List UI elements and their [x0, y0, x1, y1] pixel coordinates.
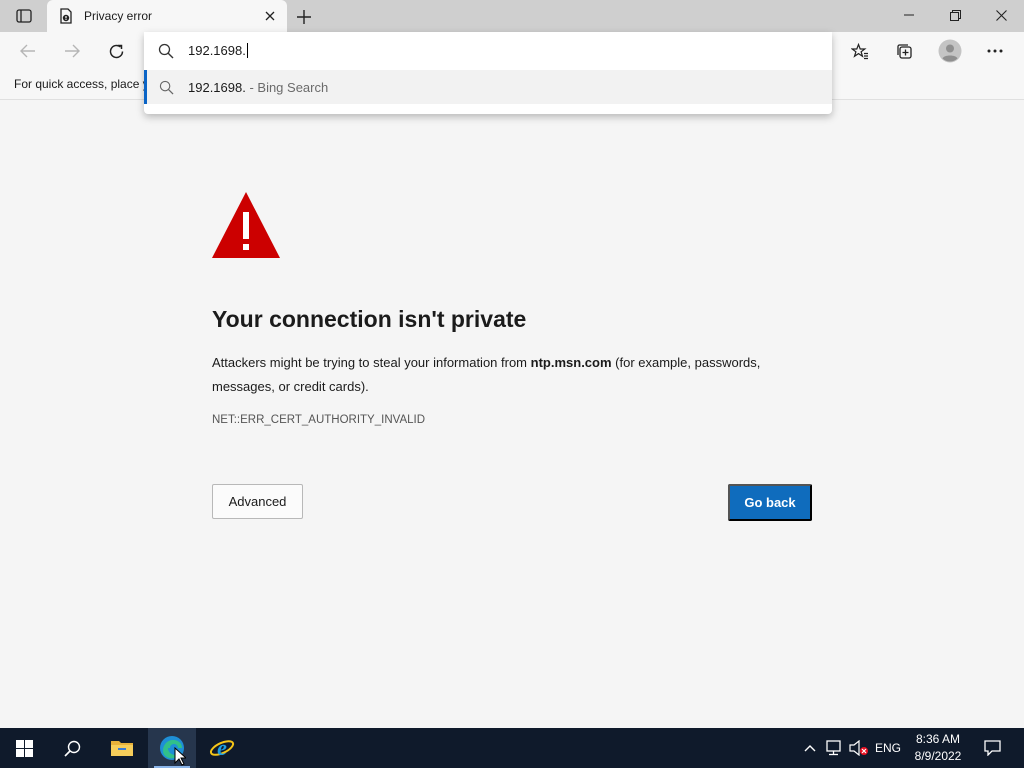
address-bar-dropdown: 192.1698. 192.1698. - Bing Search: [144, 32, 832, 114]
desc-domain: ntp.msn.com: [530, 355, 612, 370]
search-icon: [158, 43, 174, 59]
page-title: Your connection isn't private: [212, 306, 527, 332]
error-description: Attackers might be trying to steal your …: [212, 351, 822, 399]
folder-icon: [111, 741, 133, 756]
favorites-bar-hint: For quick access, place y: [14, 77, 149, 91]
close-icon: [265, 11, 275, 21]
clock-time: 8:36 AM: [915, 732, 961, 746]
desc-text-1: Attackers might be trying to steal your …: [212, 355, 531, 370]
tab-title: Privacy error: [84, 9, 153, 23]
tab-actions-icon: [16, 9, 32, 23]
start-button[interactable]: [0, 728, 48, 768]
close-window-button[interactable]: [978, 0, 1024, 30]
forward-arrow-icon: [65, 44, 80, 58]
more-dots-icon: [987, 49, 1003, 53]
network-icon: [826, 740, 841, 756]
tray-overflow-button[interactable]: [801, 728, 819, 768]
input-language-button[interactable]: ENG: [872, 728, 904, 768]
suggestion-suffix: - Bing Search: [245, 80, 329, 95]
back-button[interactable]: [13, 37, 43, 65]
collections-icon: [897, 44, 912, 59]
forward-button[interactable]: [57, 37, 87, 65]
restore-icon: [949, 9, 961, 21]
clock-date: 8/9/2022: [914, 749, 962, 763]
settings-more-button[interactable]: [980, 37, 1010, 65]
notification-icon: [983, 740, 1001, 756]
minimize-icon: [904, 14, 914, 16]
address-input[interactable]: 192.1698.: [188, 43, 248, 58]
address-input-value: 192.1698.: [188, 43, 246, 58]
suggestion-item[interactable]: 192.1698. - Bing Search: [144, 70, 832, 104]
internet-explorer-icon: e: [209, 735, 235, 760]
back-arrow-icon: [20, 44, 35, 58]
advanced-button[interactable]: Advanced: [212, 484, 303, 519]
suggestion-text: 192.1698. - Bing Search: [188, 80, 328, 95]
warning-triangle-icon: [212, 192, 280, 258]
error-code: NET::ERR_CERT_AUTHORITY_INVALID: [212, 414, 426, 426]
collections-button[interactable]: [889, 37, 919, 65]
address-bar[interactable]: 192.1698.: [144, 32, 832, 70]
tab-privacy-error[interactable]: Privacy error: [47, 0, 287, 32]
search-icon: [159, 80, 174, 95]
text-caret: [246, 43, 248, 58]
tab-actions-button[interactable]: [10, 6, 38, 26]
chevron-up-icon: [804, 745, 816, 752]
volume-tray-button[interactable]: [848, 728, 870, 768]
action-center-button[interactable]: [978, 728, 1006, 768]
search-icon: [63, 740, 80, 757]
favorites-button[interactable]: [845, 37, 875, 65]
svg-text:e: e: [217, 735, 227, 760]
taskbar: e ENG 8:36 AM 8/9/2022: [0, 728, 1024, 768]
edge-taskbar-button[interactable]: [148, 728, 196, 768]
plus-icon: [297, 10, 311, 24]
restore-button[interactable]: [932, 0, 978, 30]
refresh-button[interactable]: [101, 37, 131, 65]
tab-close-button[interactable]: [262, 8, 278, 24]
taskbar-search-button[interactable]: [48, 728, 96, 768]
taskbar-clock[interactable]: 8:36 AM 8/9/2022: [906, 731, 970, 765]
privacy-error-icon: [60, 8, 72, 24]
refresh-icon: [109, 44, 123, 58]
mouse-cursor-icon: [174, 747, 186, 766]
new-tab-button[interactable]: [293, 6, 315, 28]
volume-muted-icon: [849, 740, 868, 756]
windows-start-icon: [15, 739, 33, 757]
profile-button[interactable]: [935, 37, 965, 65]
internet-explorer-button[interactable]: e: [198, 728, 246, 768]
suggestion-query: 192.1698.: [188, 80, 246, 95]
minimize-button[interactable]: [886, 0, 932, 30]
network-tray-button[interactable]: [823, 728, 847, 768]
error-page: Your connection isn't private Attackers …: [0, 101, 1024, 728]
file-explorer-button[interactable]: [98, 728, 146, 768]
tab-strip: Privacy error: [0, 0, 1024, 32]
avatar-icon: [938, 39, 962, 63]
close-icon: [995, 9, 1007, 21]
go-back-button[interactable]: Go back: [728, 484, 812, 521]
favorites-star-icon: [851, 42, 868, 59]
